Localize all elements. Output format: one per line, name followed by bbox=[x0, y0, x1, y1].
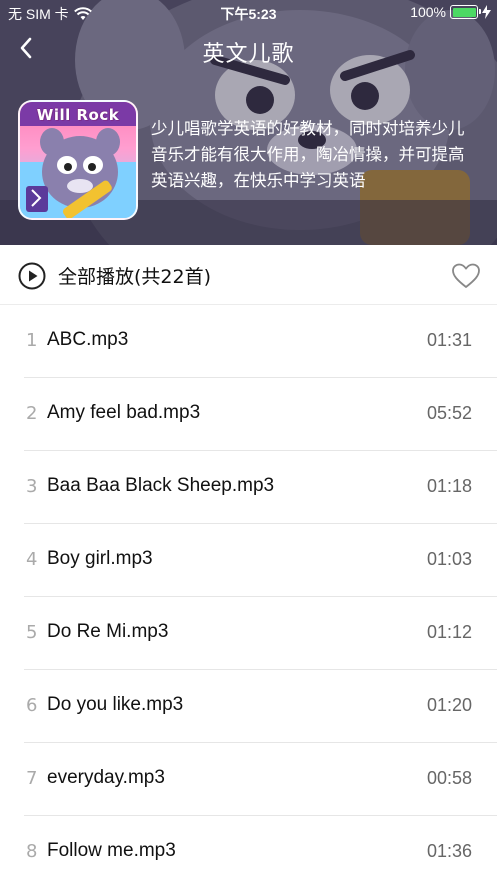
song-title: Follow me.mp3 bbox=[47, 840, 176, 861]
song-duration: 01:12 bbox=[426, 622, 472, 642]
song-list: 1 ABC.mp3 01:31 2 Amy feel bad.mp3 05:52… bbox=[0, 305, 497, 883]
play-circle-icon[interactable] bbox=[18, 262, 46, 290]
album-header: 无 SIM 卡 下午5:23 100% 英文儿歌 Will Rock 少儿唱歌学… bbox=[0, 0, 497, 245]
battery-icon bbox=[450, 5, 481, 19]
song-row[interactable]: 3 Baa Baa Black Sheep.mp3 01:18 bbox=[0, 451, 497, 524]
song-duration: 01:20 bbox=[426, 695, 472, 715]
song-row[interactable]: 4 Boy girl.mp3 01:03 bbox=[0, 524, 497, 597]
song-title: Amy feel bad.mp3 bbox=[47, 402, 201, 423]
song-title: ABC.mp3 bbox=[47, 329, 129, 350]
status-bar: 无 SIM 卡 下午5:23 100% bbox=[0, 0, 497, 26]
song-title: everyday.mp3 bbox=[47, 767, 165, 788]
song-index: 6 bbox=[26, 695, 38, 716]
song-row[interactable]: 8 Follow me.mp3 01:36 bbox=[0, 816, 497, 883]
song-title: Boy girl.mp3 bbox=[47, 548, 153, 569]
play-all-bar: 全部播放(共22首) bbox=[0, 245, 497, 305]
song-duration: 01:03 bbox=[426, 549, 472, 569]
song-index: 2 bbox=[26, 403, 38, 424]
album-description: 少儿唱歌学英语的好教材，同时对培养少儿音乐才能有很大作用，陶冶情操，并可提高英语… bbox=[151, 119, 465, 190]
album-cover: Will Rock bbox=[18, 100, 138, 220]
battery-percent: 100% bbox=[410, 4, 446, 20]
song-index: 4 bbox=[26, 549, 38, 570]
song-index: 3 bbox=[26, 476, 38, 497]
heart-outline-icon[interactable] bbox=[451, 262, 481, 290]
song-row[interactable]: 1 ABC.mp3 01:31 bbox=[0, 305, 497, 378]
charging-bolt-icon bbox=[482, 5, 491, 19]
song-index: 7 bbox=[26, 768, 38, 789]
song-index: 1 bbox=[26, 330, 38, 351]
song-duration: 01:36 bbox=[426, 841, 472, 861]
song-index: 5 bbox=[26, 622, 38, 643]
song-title: Baa Baa Black Sheep.mp3 bbox=[47, 475, 275, 496]
album-cover-title: Will Rock bbox=[36, 106, 120, 124]
song-duration: 00:58 bbox=[426, 768, 472, 788]
song-row[interactable]: 5 Do Re Mi.mp3 01:12 bbox=[0, 597, 497, 670]
play-all-button[interactable]: 全部播放(共22首) bbox=[58, 262, 211, 289]
song-row[interactable]: 2 Amy feel bad.mp3 05:52 bbox=[0, 378, 497, 451]
song-duration: 01:18 bbox=[426, 476, 472, 496]
song-duration: 05:52 bbox=[426, 403, 472, 423]
song-index: 8 bbox=[26, 841, 38, 862]
song-row[interactable]: 6 Do you like.mp3 01:20 bbox=[0, 670, 497, 743]
song-row[interactable]: 7 everyday.mp3 00:58 bbox=[0, 743, 497, 816]
song-duration: 01:31 bbox=[426, 330, 472, 350]
song-title: Do Re Mi.mp3 bbox=[47, 621, 169, 642]
song-title: Do you like.mp3 bbox=[47, 694, 184, 715]
page-title: 英文儿歌 bbox=[202, 42, 295, 67]
